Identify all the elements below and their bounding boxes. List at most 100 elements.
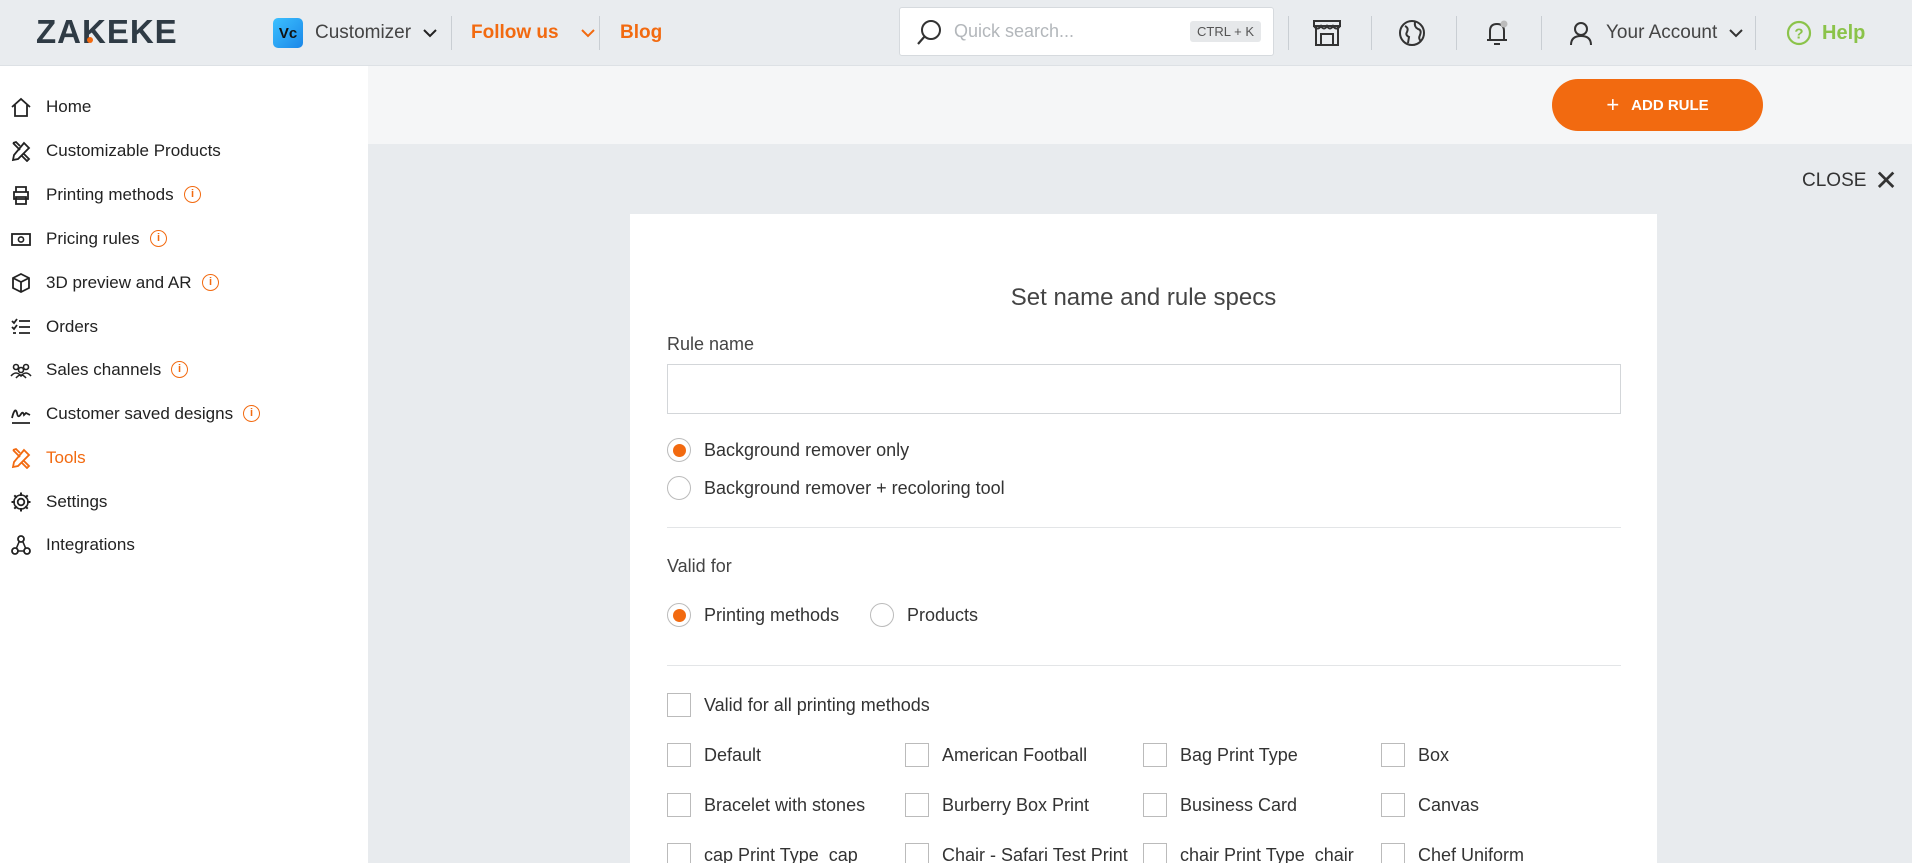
valid-all-methods-checkbox[interactable]: Valid for all printing methods xyxy=(667,693,930,717)
info-icon[interactable]: i xyxy=(202,274,219,291)
sidebar-item-label: Sales channels xyxy=(46,360,162,379)
sidebar-item-sales-channels[interactable]: Sales channels i xyxy=(0,350,368,390)
printing-method-option[interactable]: Box xyxy=(1381,743,1619,767)
sidebar-item-label: Home xyxy=(46,97,92,116)
signature-icon xyxy=(11,409,31,424)
search-icon xyxy=(917,19,941,45)
printing-method-option[interactable]: Bracelet with stones xyxy=(667,793,905,817)
app-switcher[interactable]: Vc Customizer xyxy=(273,0,437,66)
list-icon xyxy=(11,318,30,334)
integrations-icon xyxy=(11,535,31,555)
sidebar-item-customer-saved-designs[interactable]: Customer saved designs i xyxy=(0,394,368,434)
sidebar-item-label: Settings xyxy=(46,492,108,511)
mode-option-bg-recolor[interactable]: Background remover + recoloring tool xyxy=(667,476,1005,500)
sidebar-item-label: Tools xyxy=(46,448,86,467)
printing-method-label: Default xyxy=(704,744,762,765)
printing-method-option[interactable]: Burberry Box Print xyxy=(905,793,1143,817)
sidebar-item-label: 3D preview and AR xyxy=(46,273,192,292)
cube-icon xyxy=(12,272,30,294)
checkbox[interactable] xyxy=(1381,793,1405,817)
divider xyxy=(1456,16,1457,50)
checkbox[interactable] xyxy=(905,793,929,817)
checkbox[interactable] xyxy=(667,693,691,717)
checkbox[interactable] xyxy=(1143,793,1167,817)
sidebar-item-integrations[interactable]: Integrations xyxy=(0,525,368,565)
checkbox[interactable] xyxy=(667,743,691,767)
printing-method-option[interactable]: American Football xyxy=(905,743,1143,767)
divider xyxy=(451,16,452,50)
home-icon xyxy=(11,97,31,117)
account-label: Your Account xyxy=(1606,22,1718,43)
divider xyxy=(1541,16,1542,50)
printing-method-option[interactable]: chair Print Type_chair xyxy=(1143,843,1381,863)
printing-method-option[interactable]: Chef Uniform xyxy=(1381,843,1619,863)
close-button[interactable]: CLOSE ✕ xyxy=(1802,165,1898,196)
checkbox[interactable] xyxy=(1381,843,1405,863)
sidebar-item-customizable-products[interactable]: Customizable Products xyxy=(0,131,368,171)
quick-search[interactable]: CTRL + K xyxy=(899,7,1274,56)
follow-us-menu[interactable]: Follow us xyxy=(471,0,595,66)
people-icon xyxy=(10,363,32,379)
printing-method-option[interactable]: Chair - Safari Test Print xyxy=(905,843,1143,863)
info-icon[interactable]: i xyxy=(171,361,188,378)
sidebar-item-pricing-rules[interactable]: Pricing rules i xyxy=(0,219,368,259)
notifications-button[interactable] xyxy=(1478,14,1516,52)
sidebar-item-orders[interactable]: Orders xyxy=(0,307,368,347)
sidebar-item-settings[interactable]: Settings xyxy=(0,482,368,522)
help-link[interactable]: ? Help xyxy=(1786,0,1865,66)
mode-option-label: Background remover + recoloring tool xyxy=(704,477,1005,498)
divider xyxy=(1371,16,1372,50)
radio-unselected[interactable] xyxy=(870,603,894,627)
checkbox[interactable] xyxy=(1381,743,1405,767)
printing-method-option[interactable]: cap Print Type_cap xyxy=(667,843,905,863)
shortcut-hint: CTRL + K xyxy=(1190,21,1261,42)
checkbox[interactable] xyxy=(905,843,929,863)
search-input[interactable] xyxy=(954,21,1194,42)
mode-option-bg-only[interactable]: Background remover only xyxy=(667,438,909,462)
printing-method-label: Business Card xyxy=(1180,794,1298,815)
blog-link[interactable]: Blog xyxy=(620,0,662,66)
printing-method-option[interactable]: Canvas xyxy=(1381,793,1619,817)
divider xyxy=(667,665,1621,666)
checkbox[interactable] xyxy=(1143,743,1167,767)
radio-selected[interactable] xyxy=(667,438,691,462)
valid-for-option-label: Printing methods xyxy=(704,604,840,625)
zakeke-logo[interactable]: ZAKEKE xyxy=(36,14,200,48)
mode-option-label: Background remover only xyxy=(704,439,910,460)
sidebar-item-tools[interactable]: Tools xyxy=(0,438,368,478)
radio-unselected[interactable] xyxy=(667,476,691,500)
printing-method-option[interactable]: Default xyxy=(667,743,905,767)
svg-text:?: ? xyxy=(1794,26,1803,43)
printing-method-label: cap Print Type_cap xyxy=(704,844,858,863)
printing-method-option[interactable]: Bag Print Type xyxy=(1143,743,1381,767)
rule-name-input[interactable] xyxy=(667,364,1621,414)
sidebar-item-label: Integrations xyxy=(46,535,135,554)
valid-for-products[interactable]: Products xyxy=(870,603,978,627)
printing-method-option[interactable]: Business Card xyxy=(1143,793,1381,817)
chevron-down-icon xyxy=(580,29,595,38)
divider xyxy=(667,527,1621,528)
radio-selected[interactable] xyxy=(667,603,691,627)
gear-icon xyxy=(11,492,31,512)
checkbox[interactable] xyxy=(1143,843,1167,863)
sidebar-item-3d-preview-and-ar[interactable]: 3D preview and AR i xyxy=(0,263,368,303)
checkbox[interactable] xyxy=(905,743,929,767)
add-rule-button[interactable]: + ADD RULE xyxy=(1552,79,1763,131)
valid-for-printing-methods[interactable]: Printing methods xyxy=(667,603,839,627)
printing-method-label: Bag Print Type xyxy=(1180,744,1298,765)
checkbox[interactable] xyxy=(667,843,691,863)
store-button[interactable] xyxy=(1308,14,1346,52)
sidebar-item-label: Pricing rules xyxy=(46,229,140,248)
close-icon: ✕ xyxy=(1874,165,1898,196)
account-menu[interactable]: Your Account xyxy=(1568,0,1743,66)
rule-name-label: Rule name xyxy=(667,334,755,354)
sidebar-item-printing-methods[interactable]: Printing methods i xyxy=(0,175,368,215)
info-icon[interactable]: i xyxy=(184,186,201,203)
language-button[interactable] xyxy=(1393,14,1431,52)
printing-method-label: American Football xyxy=(942,744,1088,765)
sidebar-item-home[interactable]: Home xyxy=(0,87,368,127)
checkbox[interactable] xyxy=(667,793,691,817)
info-icon[interactable]: i xyxy=(150,230,167,247)
info-icon[interactable]: i xyxy=(243,405,260,422)
app-name: Customizer xyxy=(315,22,412,43)
